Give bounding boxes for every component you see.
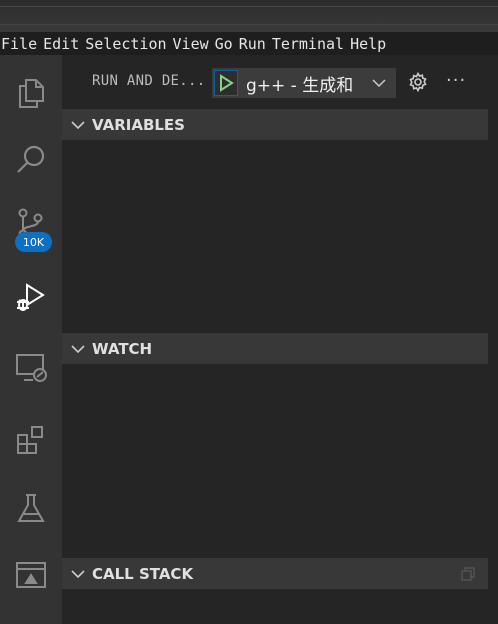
menu-view[interactable]: View xyxy=(172,35,214,53)
extensions-icon xyxy=(17,426,43,454)
menu-go[interactable]: Go xyxy=(214,35,238,53)
title-bar-stripe xyxy=(0,24,498,25)
more-actions-icon[interactable]: ··· xyxy=(446,72,466,90)
debug-config-name: g++ - 生成和 xyxy=(246,75,354,96)
debug-config-dropdown[interactable]: g++ - 生成和 xyxy=(212,68,396,98)
run-debug-sidebar: RUN AND DE... g++ - 生成和 ··· VARIABLES WA… xyxy=(62,55,498,624)
sidebar-header: RUN AND DE... g++ - 生成和 ··· xyxy=(62,55,498,110)
activity-extensions[interactable] xyxy=(0,410,62,470)
title-bar xyxy=(0,0,498,32)
title-bar-stripe xyxy=(0,6,498,7)
call-stack-section-body xyxy=(62,589,488,624)
run-debug-icon xyxy=(17,283,45,311)
gear-icon[interactable] xyxy=(408,72,428,92)
activity-testing[interactable] xyxy=(0,478,62,538)
play-icon xyxy=(220,74,234,92)
watch-section-header[interactable]: WATCH xyxy=(62,333,488,364)
menu-selection[interactable]: Selection xyxy=(84,35,171,53)
menu-edit[interactable]: Edit xyxy=(42,35,84,53)
sidebar-title: RUN AND DE... xyxy=(92,73,206,89)
remote-explorer-icon xyxy=(16,354,47,382)
search-icon xyxy=(17,145,45,173)
watch-section-body xyxy=(62,364,488,558)
menu-bar: File Edit Selection View Go Run Terminal… xyxy=(0,32,498,55)
activity-remote-window[interactable] xyxy=(0,545,62,605)
chevron-down-icon xyxy=(71,120,85,129)
call-stack-section-title: CALL STACK xyxy=(92,564,194,583)
activity-run-debug[interactable] xyxy=(0,268,62,328)
remote-window-icon xyxy=(16,562,46,588)
activity-bar: 10K xyxy=(0,55,62,624)
chevron-down-icon xyxy=(71,569,85,578)
activity-remote-explorer[interactable] xyxy=(0,338,62,398)
activity-search[interactable] xyxy=(0,130,62,190)
sidebar-scrollbar[interactable] xyxy=(488,110,498,624)
activity-explorer[interactable] xyxy=(0,63,62,123)
menu-file[interactable]: File xyxy=(0,35,42,53)
menu-help[interactable]: Help xyxy=(349,35,391,53)
source-control-badge: 10K xyxy=(15,232,52,252)
variables-section-title: VARIABLES xyxy=(92,115,185,134)
variables-section-header[interactable]: VARIABLES xyxy=(62,109,488,140)
watch-section-title: WATCH xyxy=(92,339,153,358)
chevron-down-icon xyxy=(372,79,386,88)
call-stack-section-header[interactable]: CALL STACK xyxy=(62,558,488,589)
collapse-all-icon[interactable] xyxy=(460,566,476,582)
chevron-down-icon xyxy=(71,344,85,353)
variables-section-body xyxy=(62,140,488,333)
explorer-icon xyxy=(19,79,44,108)
menu-run[interactable]: Run xyxy=(238,35,271,53)
start-debugging-button[interactable] xyxy=(214,70,238,96)
testing-icon xyxy=(17,494,45,522)
menu-terminal[interactable]: Terminal xyxy=(271,35,349,53)
